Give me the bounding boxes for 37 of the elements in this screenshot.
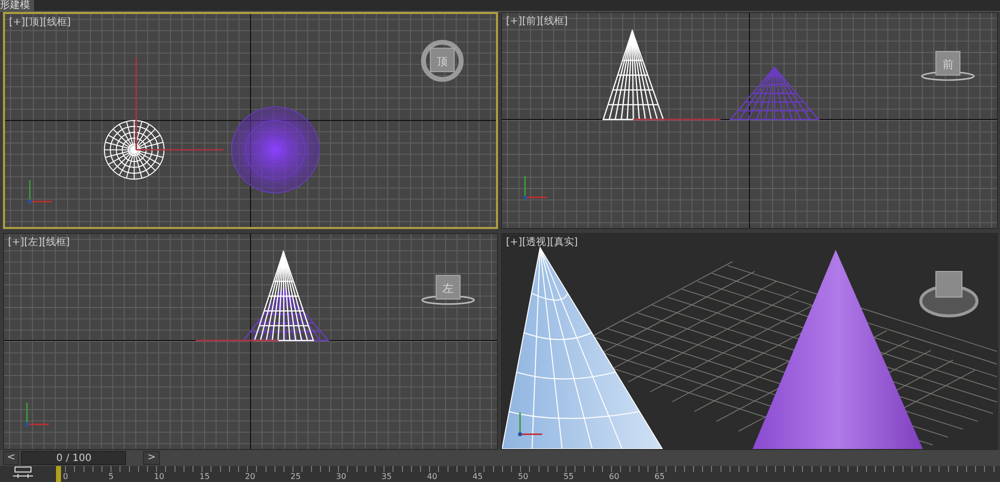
frame-number: 25 [290, 472, 302, 481]
viewport[interactable]: 前 [+][前][线框] [501, 12, 998, 229]
frame-number: 10 [154, 472, 166, 481]
axis-tripod-icon [28, 180, 52, 204]
next-frame-button[interactable]: > [143, 451, 160, 465]
viewport[interactable]: [+][透视][真实] [501, 233, 998, 450]
frame-number: 45 [472, 472, 484, 481]
viewport-label[interactable]: [+][透视][真实] [506, 237, 578, 249]
ribbon-tab[interactable]: 形建模 [0, 0, 34, 11]
previous-frame-button[interactable]: < [3, 451, 20, 465]
frame-number: 40 [427, 472, 438, 481]
axis-tripod-icon [24, 402, 49, 426]
frame-number: 15 [200, 472, 211, 481]
view-cube-label: 左 [442, 282, 454, 296]
viewport[interactable]: 左 [+][左][线框] [3, 233, 498, 450]
viewport[interactable]: 顶 [+][顶][线框] [3, 12, 498, 229]
key-filter-icon[interactable] [10, 466, 36, 480]
frame-number: 60 [609, 472, 620, 481]
view-cube-icon[interactable] [919, 270, 978, 318]
frame-number: 20 [245, 472, 256, 481]
frame-number: 65 [654, 472, 666, 481]
viewport-label[interactable]: [+][左][线框] [8, 237, 70, 249]
axis-tripod-icon [523, 176, 548, 200]
frame-number: 0 [63, 472, 70, 481]
view-cube-label: 顶 [436, 54, 448, 68]
time-marker [56, 466, 61, 482]
frame-number: 50 [518, 472, 530, 481]
cone-wireframe [104, 120, 165, 180]
frame-number: 5 [108, 472, 115, 481]
frame-number: 55 [564, 472, 575, 481]
view-cube-label: 前 [942, 58, 954, 72]
viewport-label[interactable]: [+][前][线框] [506, 16, 568, 28]
time-slider-thumb[interactable]: 0 / 100 [21, 451, 126, 465]
viewport-label[interactable]: [+][顶][线框] [9, 17, 71, 29]
frame-number: 30 [336, 472, 348, 481]
frame-number: 35 [382, 472, 393, 481]
axis-tripod-icon [518, 412, 542, 436]
